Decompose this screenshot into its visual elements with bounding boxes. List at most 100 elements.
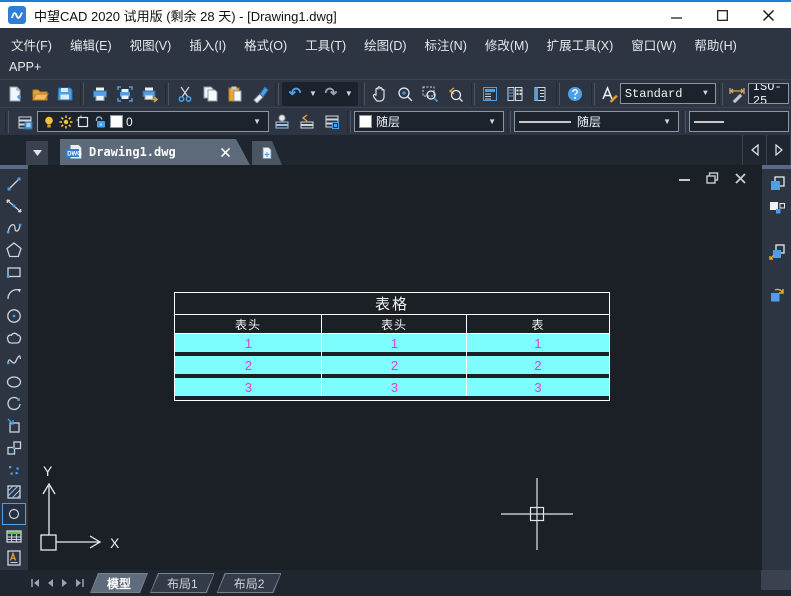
unlock-icon[interactable] [93, 115, 107, 129]
menu-insert[interactable]: 插入(I) [180, 33, 235, 56]
toolbar-grip[interactable] [0, 165, 28, 169]
paste-icon[interactable] [222, 82, 247, 106]
layer-previous-icon[interactable] [294, 110, 319, 134]
pan-icon[interactable] [368, 82, 393, 106]
toolbar-grip[interactable] [762, 165, 791, 169]
doc-restore-icon[interactable] [704, 171, 720, 185]
rotate-view-icon[interactable] [765, 284, 789, 306]
doc-minimize-icon[interactable] [676, 171, 692, 185]
move-view-icon[interactable] [765, 241, 789, 263]
redo-dropdown-icon[interactable]: ▼ [342, 89, 356, 98]
layer-select[interactable]: 0 ▼ [37, 111, 269, 132]
linetype-select[interactable]: 随层 ▼ [514, 111, 679, 132]
zoom-window-icon[interactable] [418, 82, 443, 106]
undo-dropdown-icon[interactable]: ▼ [306, 89, 320, 98]
document-tab-drawing1[interactable]: DWG Drawing1.dwg [60, 139, 250, 165]
tab-layout1[interactable]: 布局1 [151, 574, 214, 592]
plot-icon[interactable] [87, 82, 112, 106]
tab-layout2[interactable]: 布局2 [218, 574, 281, 592]
color-select[interactable]: 随层 ▼ [354, 111, 504, 132]
tab-scroll-left-icon[interactable] [743, 135, 767, 165]
color-dropdown-icon[interactable]: ▼ [485, 117, 499, 126]
paste-block-icon[interactable] [765, 198, 789, 220]
region-icon[interactable] [2, 503, 26, 525]
open-file-icon[interactable] [27, 82, 52, 106]
next-tab-icon[interactable] [58, 575, 72, 591]
copy-clip-icon[interactable] [765, 173, 789, 195]
menu-modify[interactable]: 修改(M) [476, 33, 538, 56]
polygon-icon[interactable] [2, 239, 26, 261]
close-icon[interactable] [745, 2, 791, 28]
undo-icon[interactable]: ↶ [284, 82, 306, 106]
viewport-icon[interactable] [76, 115, 90, 129]
redo-icon[interactable]: ↷ [320, 82, 342, 106]
menu-view[interactable]: 视图(V) [121, 33, 181, 56]
plot-export-icon[interactable] [137, 82, 162, 106]
ellipse-arc-icon[interactable] [2, 393, 26, 415]
zoom-previous-icon[interactable] [443, 82, 468, 106]
menu-tools[interactable]: 工具(T) [296, 33, 355, 56]
menu-edit[interactable]: 编辑(E) [61, 33, 121, 56]
drawing-canvas[interactable]: 表格 表头 表头 表 1 1 1 2 2 2 [28, 165, 762, 570]
rectangle-icon[interactable] [2, 261, 26, 283]
thaw-icon[interactable] [59, 115, 73, 129]
plot-preview-icon[interactable] [112, 82, 137, 106]
circle-icon[interactable] [2, 305, 26, 327]
point-icon[interactable] [2, 459, 26, 481]
bulb-on-icon[interactable] [42, 115, 56, 129]
text-style-dropdown-icon[interactable]: ▼ [700, 89, 711, 98]
menu-help[interactable]: 帮助(H) [685, 33, 745, 56]
first-tab-icon[interactable] [28, 575, 42, 591]
tab-list-icon[interactable] [26, 141, 48, 165]
match-properties-icon[interactable] [247, 82, 272, 106]
doc-close-icon[interactable] [732, 171, 748, 185]
properties-palette-icon[interactable] [478, 82, 503, 106]
tab-model[interactable]: 模型 [91, 574, 147, 592]
linetype-dropdown-icon[interactable]: ▼ [660, 117, 674, 126]
hatch-icon[interactable] [2, 481, 26, 503]
dim-style-select[interactable]: ISO-25 [748, 83, 789, 104]
mtext-icon[interactable] [2, 547, 26, 569]
tool-palettes-icon[interactable] [528, 82, 553, 106]
line-icon[interactable] [2, 173, 26, 195]
new-file-icon[interactable] [2, 82, 27, 106]
zoom-realtime-icon[interactable] [393, 82, 418, 106]
save-icon[interactable] [52, 82, 77, 106]
minimize-icon[interactable] [653, 2, 699, 28]
layer-dropdown-icon[interactable]: ▼ [250, 117, 264, 126]
text-style-icon[interactable] [598, 82, 620, 106]
prev-tab-icon[interactable] [43, 575, 57, 591]
layer-states-icon[interactable] [319, 110, 344, 134]
close-tab-icon[interactable] [221, 148, 230, 157]
insert-block-icon[interactable] [2, 415, 26, 437]
menu-app-plus[interactable]: APP+ [0, 59, 791, 77]
menu-file[interactable]: 文件(F) [2, 33, 61, 56]
lineweight-select[interactable] [689, 111, 789, 132]
cad-table[interactable]: 表格 表头 表头 表 1 1 1 2 2 2 [174, 292, 610, 401]
arc-icon[interactable] [2, 283, 26, 305]
help-icon[interactable] [563, 82, 588, 106]
menu-express-tools[interactable]: 扩展工具(X) [538, 33, 623, 56]
tab-scroll-right-icon[interactable] [767, 135, 791, 165]
menu-dimension[interactable]: 标注(N) [416, 33, 476, 56]
new-tab-icon[interactable] [252, 141, 282, 165]
design-center-icon[interactable] [503, 82, 528, 106]
menu-draw[interactable]: 绘图(D) [355, 33, 415, 56]
make-block-icon[interactable] [2, 437, 26, 459]
last-tab-icon[interactable] [73, 575, 87, 591]
menu-format[interactable]: 格式(O) [235, 33, 296, 56]
ellipse-icon[interactable] [2, 371, 26, 393]
maximize-icon[interactable] [699, 2, 745, 28]
cut-icon[interactable] [172, 82, 197, 106]
construction-line-icon[interactable] [2, 195, 26, 217]
table-icon[interactable] [2, 525, 26, 547]
text-style-select[interactable]: Standard ▼ [620, 83, 716, 104]
copy-icon[interactable] [197, 82, 222, 106]
revision-cloud-icon[interactable] [2, 327, 26, 349]
layer-properties-icon[interactable] [12, 110, 37, 134]
polyline-icon[interactable] [2, 217, 26, 239]
make-layer-current-icon[interactable] [269, 110, 294, 134]
menu-window[interactable]: 窗口(W) [622, 33, 685, 56]
dimension-style-icon[interactable] [726, 82, 748, 106]
spline-icon[interactable] [2, 349, 26, 371]
